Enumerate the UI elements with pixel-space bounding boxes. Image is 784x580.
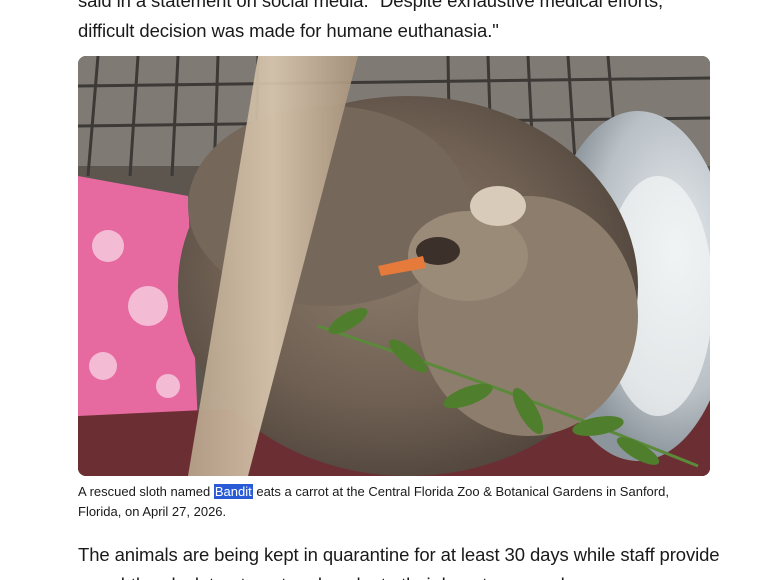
paragraph-line: The animals are being kept in quarantine… (78, 544, 720, 565)
caption-highlighted-name[interactable]: Bandit (213, 484, 253, 499)
paragraph-line: said in a statement on social media. "De… (78, 0, 664, 11)
caption-text: eats a carrot at the Central Florida Zoo… (252, 484, 669, 499)
caption-line-2: Florida, on April 27, 2026. (78, 504, 227, 519)
sloth-photo-icon (78, 56, 710, 476)
article-paragraph-bottom: The animals are being kept in quarantine… (78, 540, 720, 580)
article-photo (78, 56, 710, 476)
article-paragraph-top: said in a statement on social media. "De… (78, 0, 718, 46)
caption-line-1: A rescued sloth named Bandit eats a carr… (78, 482, 718, 502)
paragraph-line: difficult decision was made for humane e… (78, 20, 499, 41)
caption-text: A rescued sloth named (78, 484, 214, 499)
paragraph-line: round-the-clock treatment and evaluate t… (78, 570, 718, 580)
photo-caption: A rescued sloth named Bandit eats a carr… (78, 482, 718, 522)
